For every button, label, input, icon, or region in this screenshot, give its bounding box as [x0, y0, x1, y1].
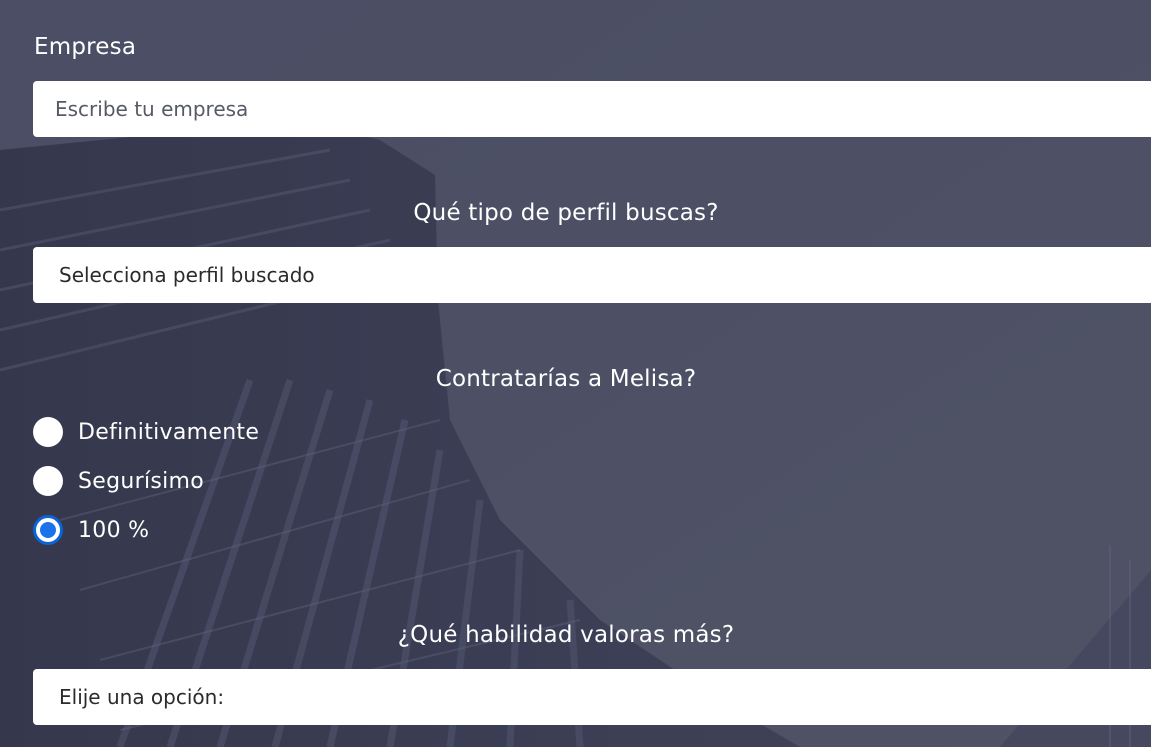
- radio-label: Definitivamente: [78, 419, 260, 445]
- profile-select-value: Selecciona perfil buscado: [59, 263, 315, 287]
- radio-label: 100 %: [78, 517, 150, 543]
- profile-select[interactable]: Selecciona perfil buscado: [33, 247, 1151, 303]
- radio-button[interactable]: [33, 466, 63, 496]
- radio-option-100[interactable]: 100 %: [33, 515, 149, 545]
- company-input[interactable]: [53, 96, 1151, 122]
- skill-label: ¿Qué habilidad valoras más?: [397, 622, 735, 648]
- radio-option-segurisimo[interactable]: Segurísimo: [33, 466, 204, 496]
- radio-option-definitivamente[interactable]: Definitivamente: [33, 417, 259, 447]
- radio-button-selected[interactable]: [33, 515, 63, 545]
- skill-select[interactable]: Elije una opción:: [33, 669, 1151, 725]
- company-input-wrapper[interactable]: [33, 81, 1151, 137]
- radio-button[interactable]: [33, 417, 63, 447]
- company-label: Empresa: [34, 34, 137, 60]
- radio-label: Segurísimo: [78, 468, 205, 494]
- profile-label: Qué tipo de perfil buscas?: [413, 200, 719, 226]
- hire-label: Contratarías a Melisa?: [435, 366, 697, 392]
- skill-select-value: Elije una opción:: [59, 685, 225, 709]
